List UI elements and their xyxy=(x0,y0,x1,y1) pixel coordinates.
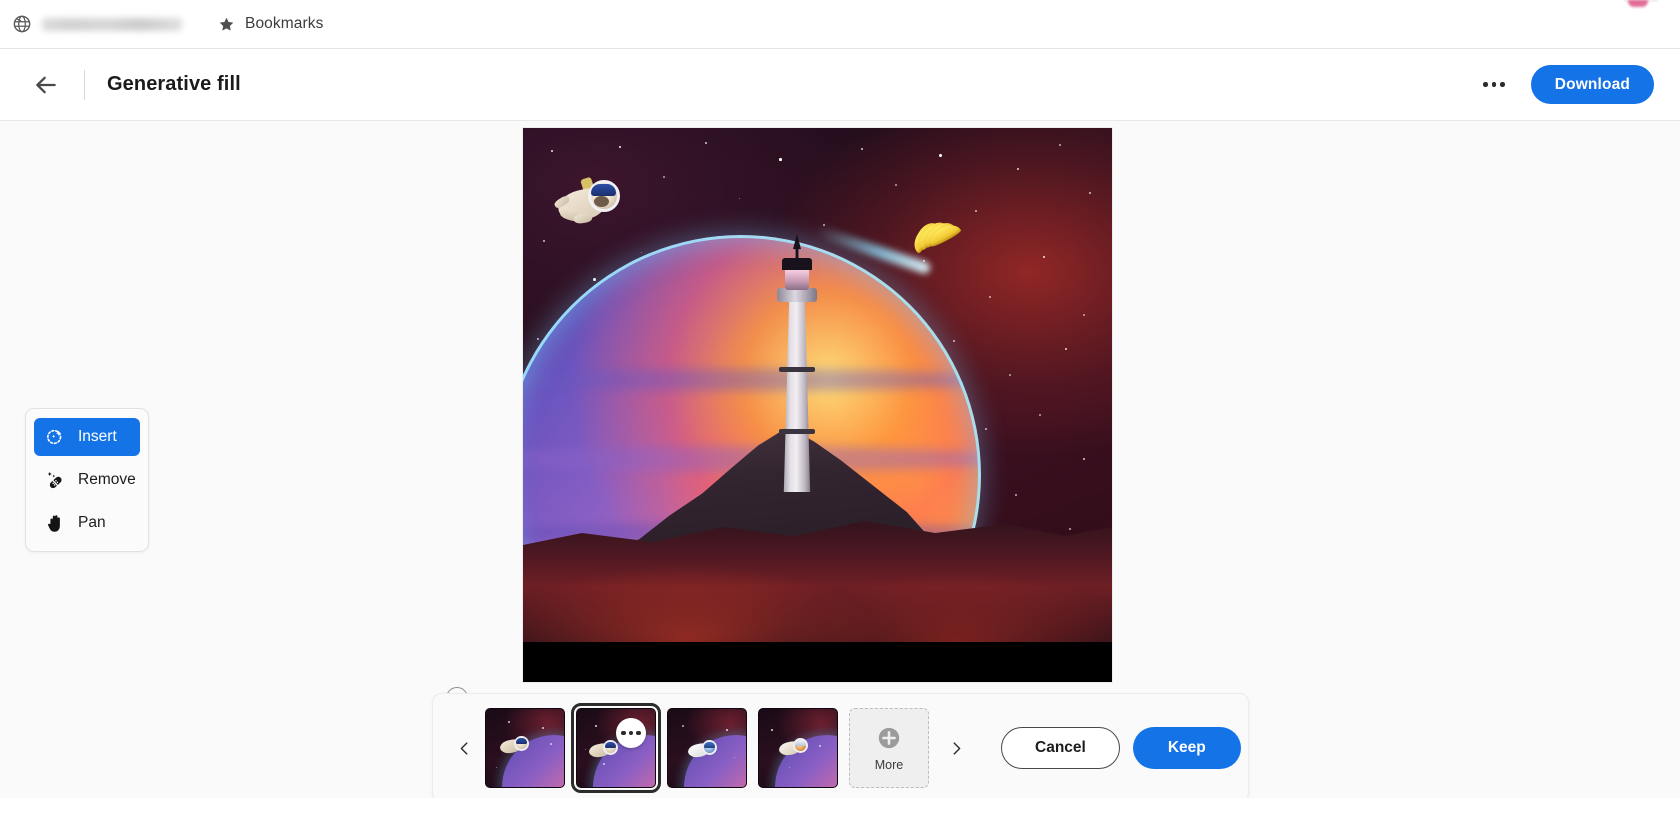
tool-insert-label: Insert xyxy=(78,428,117,445)
bookmark-item-redacted[interactable] xyxy=(42,17,182,31)
canvas-letterbox xyxy=(523,642,1112,682)
more-label: More xyxy=(874,757,904,772)
browser-bookmark-bar: Bookmarks xyxy=(0,0,1680,49)
globe-icon xyxy=(13,15,31,33)
cancel-button[interactable]: Cancel xyxy=(1001,727,1120,769)
variation-thumbnail[interactable] xyxy=(758,708,838,788)
tool-insert[interactable]: Insert xyxy=(34,418,140,456)
more-variations-button[interactable]: More xyxy=(849,708,929,788)
back-button[interactable] xyxy=(26,65,66,105)
browser-tab-indicator xyxy=(1628,0,1648,7)
variation-thumbnail[interactable] xyxy=(485,708,565,788)
star-icon xyxy=(219,17,234,31)
options-dots-icon[interactable] xyxy=(616,718,646,748)
tool-remove-label: Remove xyxy=(78,471,136,488)
back-arrow-icon xyxy=(36,76,56,93)
app-header: Generative fill Download xyxy=(0,49,1680,121)
page-title: Generative fill xyxy=(107,73,241,95)
header-actions: Download xyxy=(1475,65,1680,104)
page-bottom-strip xyxy=(0,798,1680,840)
bookmarks-folder-label[interactable]: Bookmarks xyxy=(245,15,323,33)
tool-remove[interactable]: Remove xyxy=(34,461,140,499)
healing-brush-icon xyxy=(44,469,66,491)
download-button[interactable]: Download xyxy=(1530,65,1654,104)
plus-circle-icon xyxy=(878,727,900,748)
astronaut-dog xyxy=(553,170,630,230)
tool-pan[interactable]: Pan xyxy=(34,504,140,542)
chevron-left-icon xyxy=(460,741,467,755)
keep-button[interactable]: Keep xyxy=(1132,727,1241,769)
filmstrip-actions: Cancel Keep xyxy=(1001,727,1241,769)
variation-thumbnails xyxy=(485,703,838,793)
hand-icon xyxy=(44,512,66,534)
app-root: Bookmarks Generative fill Download Inser… xyxy=(0,0,1680,840)
variation-thumbnail[interactable] xyxy=(571,703,661,793)
tool-panel: Insert Remove Pan xyxy=(25,408,149,552)
bananas xyxy=(814,216,963,276)
overflow-menu-icon[interactable] xyxy=(1475,68,1513,102)
tool-pan-label: Pan xyxy=(78,514,106,531)
editor-workspace: Insert Remove Pan More Cancel Keep xyxy=(0,121,1680,840)
chevron-right-icon xyxy=(953,741,960,755)
lighthouse xyxy=(771,234,823,492)
next-variation-button[interactable] xyxy=(939,731,973,765)
variation-thumbnail[interactable] xyxy=(667,708,747,788)
variation-filmstrip: More Cancel Keep xyxy=(432,693,1249,803)
header-divider xyxy=(84,69,85,100)
image-canvas[interactable] xyxy=(523,128,1112,682)
prev-variation-button[interactable] xyxy=(447,731,481,765)
sparkle-circle-icon xyxy=(44,426,66,448)
